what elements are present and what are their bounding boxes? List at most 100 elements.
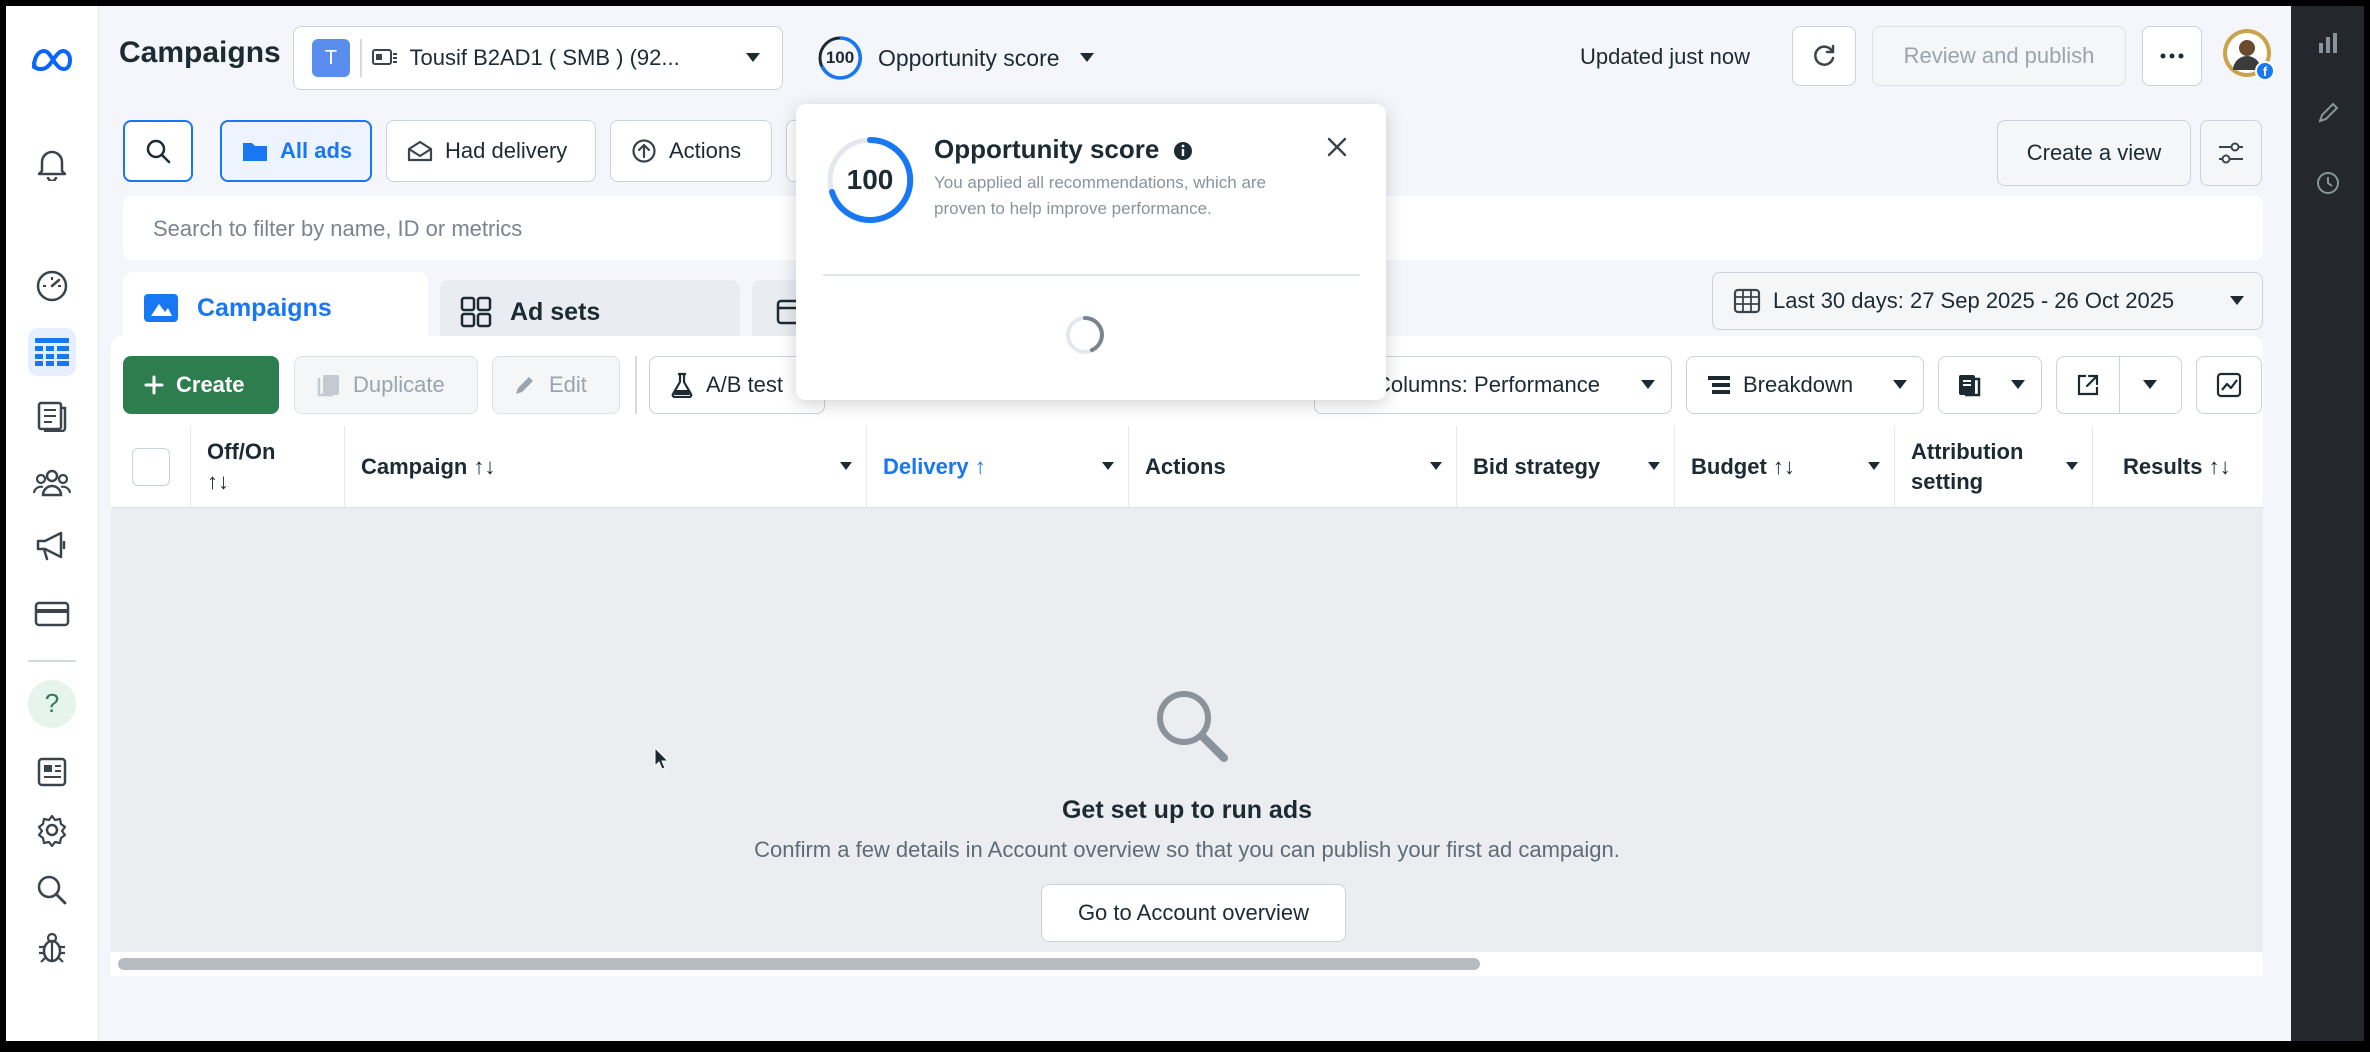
billing-card-icon[interactable] xyxy=(28,590,76,638)
filter-actions[interactable]: Actions xyxy=(610,120,772,182)
filter-had-delivery[interactable]: Had delivery xyxy=(386,120,596,182)
column-delivery[interactable]: Delivery ↑ xyxy=(867,426,1129,508)
chevron-down-icon xyxy=(2230,296,2244,306)
caret-down-icon xyxy=(1868,462,1880,470)
filter-all-ads-label: All ads xyxy=(280,138,353,163)
audiences-people-icon[interactable] xyxy=(28,458,76,506)
advertise-megaphone-icon[interactable] xyxy=(28,522,76,570)
date-range-picker[interactable]: Last 30 days: 27 Sep 2025 - 26 Oct 2025 xyxy=(1712,272,2263,330)
caret-down-icon xyxy=(1102,462,1114,470)
duplicate-label: Duplicate xyxy=(353,372,445,397)
export-button[interactable] xyxy=(2057,356,2120,414)
dashboard-gauge-icon[interactable] xyxy=(28,262,76,310)
caret-down-icon xyxy=(1430,462,1442,470)
ab-test-label: A/B test xyxy=(706,372,784,397)
history-clock-icon[interactable] xyxy=(2313,168,2343,198)
column-budget[interactable]: Budget ↑↓ xyxy=(1675,426,1895,508)
more-options-button[interactable] xyxy=(2142,26,2202,86)
column-attribution-setting[interactable]: Attribution setting xyxy=(1895,426,2093,508)
account-avatar: T xyxy=(312,39,350,77)
search-toggle-button[interactable] xyxy=(123,120,193,182)
create-button[interactable]: Create xyxy=(123,356,279,414)
flask-icon xyxy=(670,372,694,398)
tab-ad-sets[interactable]: Ad sets xyxy=(440,280,740,344)
table-header: Off/On ↑↓ Campaign ↑↓ Delivery ↑ Actions … xyxy=(111,426,2263,508)
calendar-table-icon xyxy=(1733,288,1761,314)
chevron-down-icon xyxy=(2143,380,2157,389)
export-chevron-button[interactable] xyxy=(2120,356,2180,414)
search-icon xyxy=(145,138,171,164)
page-title: Campaigns xyxy=(119,36,281,69)
circle-arrow-up-icon xyxy=(631,138,657,164)
go-to-account-overview-button[interactable]: Go to Account overview xyxy=(1041,884,1346,942)
select-all-cell xyxy=(111,426,191,508)
nav-divider xyxy=(28,660,76,662)
tab-campaigns-label: Campaigns xyxy=(197,293,332,322)
help-question-icon[interactable]: ? xyxy=(28,680,76,728)
select-all-checkbox[interactable] xyxy=(131,448,170,486)
horizontal-scrollbar-thumb[interactable] xyxy=(118,958,1480,970)
column-off-on[interactable]: Off/On ↑↓ xyxy=(191,426,345,508)
create-view-button[interactable]: Create a view xyxy=(1997,120,2191,186)
chevron-down-icon xyxy=(746,53,760,63)
column-actions[interactable]: Actions xyxy=(1129,426,1457,508)
breakdown-selector[interactable]: Breakdown xyxy=(1686,356,1924,414)
edit-pencil-icon[interactable] xyxy=(2313,98,2343,128)
column-results[interactable]: Results ↑↓ xyxy=(2093,426,2263,508)
info-icon[interactable] xyxy=(1173,141,1193,161)
close-icon[interactable] xyxy=(1322,132,1352,162)
ads-manager-table-icon[interactable] xyxy=(28,328,76,376)
date-range-label: Last 30 days: 27 Sep 2025 - 26 Oct 2025 xyxy=(1773,288,2175,313)
sliders-icon xyxy=(2217,141,2245,165)
charts-button[interactable] xyxy=(2196,356,2262,414)
opportunity-score-badge: 100 xyxy=(816,34,864,82)
reports-icon xyxy=(1957,373,1983,397)
more-dots-icon xyxy=(2160,53,2184,59)
tab-campaigns[interactable]: Campaigns xyxy=(123,272,428,344)
svg-text:?: ? xyxy=(45,689,59,718)
right-side-rail xyxy=(2291,6,2364,1041)
duplicate-icon xyxy=(315,373,341,397)
notifications-bell-icon[interactable] xyxy=(28,140,76,188)
caret-down-icon xyxy=(2066,462,2078,470)
duplicate-button[interactable]: Duplicate xyxy=(294,356,478,414)
columns-label: Columns: Performance xyxy=(1375,372,1600,397)
toolbar-divider xyxy=(635,356,637,414)
filter-actions-label: Actions xyxy=(669,138,742,163)
opportunity-score-dropdown[interactable]: 100 Opportunity score xyxy=(816,30,1094,86)
search-icon[interactable] xyxy=(28,866,76,914)
column-bid-strategy[interactable]: Bid strategy xyxy=(1457,426,1675,508)
loading-spinner-icon xyxy=(1064,314,1106,356)
column-campaign[interactable]: Campaign ↑↓ xyxy=(345,426,867,508)
profile-avatar[interactable]: f xyxy=(2222,28,2275,81)
line-chart-icon xyxy=(2216,372,2242,398)
left-navigation: ? xyxy=(6,6,99,1041)
refresh-icon xyxy=(1811,43,1837,69)
filter-all-ads[interactable]: All ads xyxy=(220,120,372,182)
opportunity-score-label: Opportunity score xyxy=(878,44,1060,71)
news-feed-icon[interactable] xyxy=(28,748,76,796)
popover-title: Opportunity score xyxy=(934,134,1193,165)
export-button-group xyxy=(2056,356,2182,414)
chevron-down-icon xyxy=(1079,53,1094,63)
report-bug-icon[interactable] xyxy=(28,924,76,972)
envelope-icon xyxy=(407,140,433,162)
svg-text:f: f xyxy=(2263,64,2268,79)
meta-logo-icon[interactable] xyxy=(28,36,76,84)
filter-had-delivery-label: Had delivery xyxy=(445,138,568,163)
search-placeholder: Search to filter by name, ID or metrics xyxy=(153,216,523,241)
insights-bar-chart-icon[interactable] xyxy=(2313,28,2343,58)
create-label: Create xyxy=(176,372,245,397)
chevron-down-icon xyxy=(1893,380,1907,390)
opportunity-score-value: 100 xyxy=(846,164,894,195)
view-settings-button[interactable] xyxy=(2200,120,2262,186)
review-and-publish-button[interactable]: Review and publish xyxy=(1872,26,2126,86)
pages-catalog-icon[interactable] xyxy=(28,392,76,440)
ad-account-selector[interactable]: T Tousif B2AD1 ( SMB ) (92... xyxy=(293,26,783,90)
edit-button[interactable]: Edit xyxy=(492,356,620,414)
ad-sets-grid-icon xyxy=(460,296,492,328)
popover-divider xyxy=(823,274,1360,276)
settings-gear-icon[interactable] xyxy=(28,806,76,854)
refresh-button[interactable] xyxy=(1792,26,1856,86)
reports-dropdown[interactable] xyxy=(1938,356,2042,414)
